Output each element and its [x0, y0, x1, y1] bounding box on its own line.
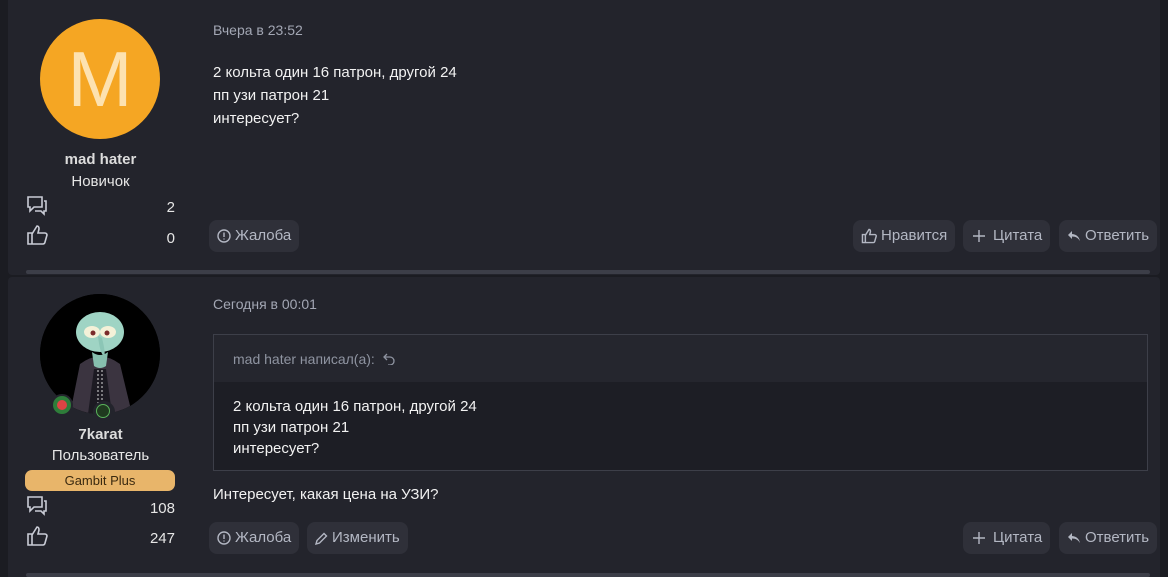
user-rank: Пользователь [51, 447, 150, 464]
like-label: Нравится [881, 227, 948, 244]
username[interactable]: 7karat [8, 426, 193, 443]
achievement-badge-icon[interactable] [51, 394, 73, 416]
messages-count: 108 [149, 500, 175, 517]
post-message: 2 кольта один 16 патрон, другой 24 пп уз… [213, 61, 457, 130]
quote-line: 2 кольта один 16 патрон, другой 24 [233, 398, 477, 415]
online-status-icon [93, 401, 115, 423]
reply-icon [1068, 533, 1080, 543]
post-date[interactable]: Вчера в 23:52 [213, 22, 303, 38]
edit-label: Изменить [332, 529, 400, 546]
post-message: Интересует, какая цена на УЗИ? [213, 486, 439, 503]
report-label: Жалоба [235, 227, 292, 244]
like-button[interactable]: Нравится [853, 220, 956, 252]
quote-block: mad hater написал(а): 2 кольта один 16 п… [213, 334, 1148, 471]
user-badge: Gambit Plus [25, 470, 175, 491]
post: M mad hater Новичок 2 0 Вчера в 23:52 2 … [8, 0, 1160, 275]
reply-button[interactable]: Ответить [1059, 220, 1158, 252]
edit-button[interactable]: Изменить [307, 522, 408, 554]
username[interactable]: mad hater [8, 151, 193, 168]
post-divider [26, 270, 1150, 274]
message-line: интересует? [213, 110, 300, 127]
likes-icon [27, 225, 48, 245]
post: 7karat Пользователь Gambit Plus 108 247 … [8, 277, 1160, 577]
quote-button[interactable]: Цитата [963, 220, 1051, 252]
quote-line: интересует? [233, 440, 320, 457]
message-line: пп узи патрон 21 [213, 87, 330, 104]
quote-label: Цитата [993, 529, 1043, 546]
report-label: Жалоба [235, 529, 292, 546]
quote-line: пп узи патрон 21 [233, 419, 350, 436]
report-icon [217, 531, 231, 545]
likes-count: 247 [149, 530, 175, 547]
messages-icon [27, 196, 47, 216]
report-icon [217, 229, 231, 243]
likes-count: 0 [166, 230, 175, 247]
messages-count: 2 [166, 199, 175, 216]
reply-icon [1068, 231, 1080, 241]
messages-icon [27, 496, 47, 516]
post-divider [26, 573, 1150, 577]
post-date[interactable]: Сегодня в 00:01 [213, 296, 317, 312]
plus-icon [973, 230, 985, 242]
reply-label: Ответить [1085, 227, 1150, 244]
edit-icon [315, 532, 328, 545]
quote-label: Цитата [993, 227, 1043, 244]
quote-button[interactable]: Цитата [963, 522, 1051, 554]
like-icon [861, 228, 877, 244]
undo-icon[interactable] [382, 353, 395, 365]
avatar[interactable]: M [40, 19, 160, 139]
likes-icon [27, 526, 48, 546]
reply-label: Ответить [1085, 529, 1150, 546]
user-rank: Новичок [71, 173, 130, 190]
report-button[interactable]: Жалоба [209, 522, 300, 554]
quote-body: 2 кольта один 16 патрон, другой 24 пп уз… [233, 396, 477, 459]
quote-author[interactable]: mad hater написал(а): [233, 351, 395, 367]
report-button[interactable]: Жалоба [209, 220, 300, 252]
quote-author-label: mad hater написал(а): [233, 351, 375, 367]
message-line: 2 кольта один 16 патрон, другой 24 [213, 64, 457, 81]
reply-button[interactable]: Ответить [1059, 522, 1158, 554]
quote-header: mad hater написал(а): [214, 335, 1147, 382]
plus-icon [973, 532, 985, 544]
